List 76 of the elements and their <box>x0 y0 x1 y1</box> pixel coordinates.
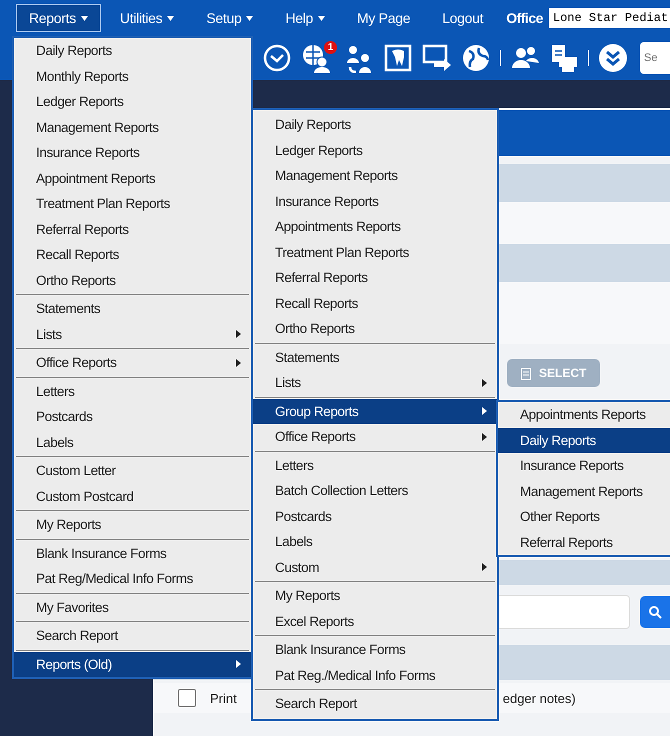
clipboard-icon <box>521 366 531 380</box>
menu-item[interactable]: Search Report <box>14 623 251 648</box>
menu-item[interactable]: Office Reports <box>14 350 251 376</box>
checkbox[interactable] <box>178 689 196 707</box>
menu-item[interactable]: Insurance Reports <box>253 188 497 214</box>
menu-item[interactable]: Monthly Reports <box>14 64 251 89</box>
menu-item[interactable]: Ledger Reports <box>14 89 251 114</box>
menu-item[interactable]: Custom Letter <box>14 458 251 484</box>
menu-item[interactable]: My Favorites <box>14 594 251 620</box>
search-icon <box>648 605 662 619</box>
menu-item[interactable]: Reports <box>16 4 101 32</box>
menu-item[interactable]: Daily Reports <box>253 112 497 138</box>
menu-item[interactable]: Labels <box>253 529 497 554</box>
print-label: Print <box>210 690 237 706</box>
menu-item[interactable]: Appointment Reports <box>14 166 251 191</box>
menu-item[interactable]: Ortho Reports <box>253 316 497 342</box>
menu-item[interactable]: Referral Reports <box>14 216 251 242</box>
menu-item[interactable]: Group Reports <box>253 398 497 424</box>
menu-item[interactable]: Office Reports <box>253 424 497 450</box>
menu-item[interactable]: Letters <box>253 452 497 478</box>
menu-item[interactable]: My Reports <box>253 583 497 608</box>
menu-item[interactable]: Setup <box>193 4 266 32</box>
menu-item[interactable]: Search Report <box>253 691 497 716</box>
menu-item[interactable]: Daily Reports <box>14 38 251 64</box>
menu-item[interactable]: Treatment Plan Reports <box>253 240 497 265</box>
menu-item[interactable]: Appointments Reports <box>498 402 670 428</box>
clock-icon[interactable] <box>262 43 292 73</box>
menu-item[interactable]: Ledger Reports <box>253 138 497 163</box>
menu-item[interactable]: Referral Reports <box>498 530 670 555</box>
search-field[interactable]: Se <box>640 42 670 74</box>
menu-item[interactable]: Management Reports <box>253 163 497 188</box>
notification-badge: 1 <box>324 41 337 54</box>
menu-item[interactable]: Pat Reg/Medical Info Forms <box>14 566 251 592</box>
menu-item[interactable]: Ortho Reports <box>14 268 251 293</box>
menu-item[interactable]: Postcards <box>253 504 497 529</box>
menu-item[interactable]: Labels <box>14 430 251 455</box>
menu-item[interactable]: Utilities <box>106 4 188 32</box>
menu-item[interactable]: Statements <box>14 296 251 322</box>
people-arrows-icon[interactable] <box>344 43 374 73</box>
menu-item[interactable]: My Reports <box>14 512 251 538</box>
menu-item[interactable]: Insurance Reports <box>14 140 251 166</box>
menu-item[interactable]: Excel Reports <box>253 608 497 634</box>
menu-item[interactable]: Help <box>272 4 338 32</box>
menu-item[interactable]: Postcards <box>14 404 251 430</box>
tooth-icon[interactable] <box>383 43 413 73</box>
menu-item[interactable]: Treatment Plan Reports <box>14 191 251 216</box>
globe-icon[interactable] <box>461 43 491 73</box>
option-label: edger notes) <box>502 690 576 706</box>
menu-item[interactable]: My Page <box>344 4 424 32</box>
search-button[interactable] <box>640 596 670 628</box>
globe-person-icon[interactable] <box>301 43 331 73</box>
menu-item[interactable]: Daily Reports <box>498 428 670 453</box>
menu-item[interactable]: Lists <box>253 370 497 396</box>
menu-item[interactable]: Letters <box>14 378 251 404</box>
menu-item[interactable]: Management Reports <box>498 478 670 504</box>
menu-item[interactable]: Blank Insurance Forms <box>14 540 251 566</box>
menu-item[interactable]: Pat Reg./Medical Info Forms <box>253 662 497 688</box>
menu-item[interactable]: Custom <box>253 554 497 580</box>
menu-item[interactable]: Referral Reports <box>253 265 497 290</box>
menu-item[interactable]: Blank Insurance Forms <box>253 637 497 662</box>
menu-item[interactable]: Other Reports <box>498 504 670 530</box>
office-field[interactable]: Lone Star Pediat <box>548 8 670 28</box>
menu-item[interactable]: Custom Postcard <box>14 484 251 509</box>
menu-item[interactable]: Insurance Reports <box>498 453 670 478</box>
chevron-down-icon[interactable] <box>598 43 628 73</box>
menu-item[interactable]: Statements <box>253 344 497 370</box>
office-label: Office <box>506 10 543 26</box>
menu-item[interactable]: Appointments Reports <box>253 214 497 240</box>
menu-item[interactable]: Reports (Old) <box>14 652 251 677</box>
menu-item[interactable]: Batch Collection Letters <box>253 478 497 504</box>
screen-arrow-icon[interactable] <box>422 43 452 73</box>
menu-item[interactable]: Management Reports <box>14 114 251 140</box>
menu-item[interactable]: Recall Reports <box>14 242 251 268</box>
menu-item[interactable]: Recall Reports <box>253 290 497 316</box>
menu-item[interactable]: Logout <box>429 4 496 32</box>
menu-item[interactable]: Lists <box>14 322 251 347</box>
